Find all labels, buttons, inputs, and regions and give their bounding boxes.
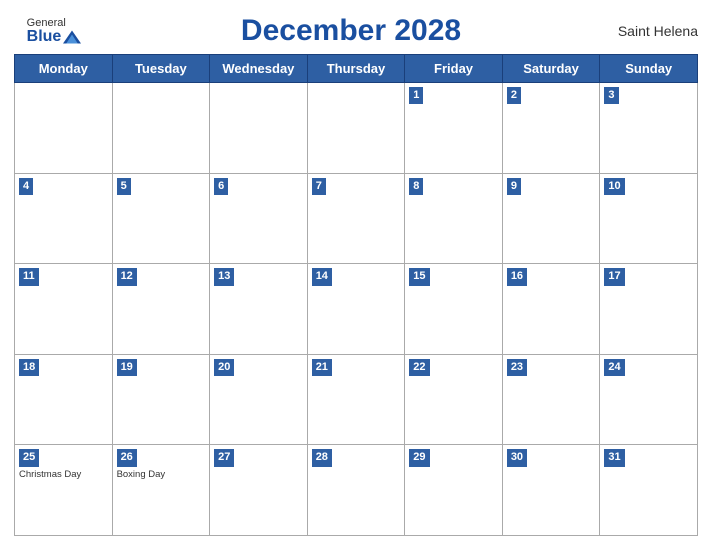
calendar-week-4: 18 19 20 21 22 23 24 — [15, 354, 698, 445]
calendar-week-3: 11 12 13 14 15 16 17 — [15, 264, 698, 355]
calendar-day-cell: 30 — [502, 445, 600, 536]
calendar-day-cell: 20 — [210, 354, 308, 445]
day-number: 12 — [117, 268, 137, 285]
calendar-day-cell: 26 Boxing Day — [112, 445, 210, 536]
calendar-header-row: Monday Tuesday Wednesday Thursday Friday… — [15, 55, 698, 83]
day-number: 3 — [604, 87, 618, 104]
calendar-region: Saint Helena — [608, 23, 698, 39]
day-number: 16 — [507, 268, 527, 285]
calendar-day-cell: 31 — [600, 445, 698, 536]
day-header-tuesday: Tuesday — [112, 55, 210, 83]
calendar-day-cell: 18 — [15, 354, 113, 445]
calendar-day-cell: 9 — [502, 173, 600, 264]
day-number: 7 — [312, 178, 326, 195]
calendar-day-cell: 7 — [307, 173, 405, 264]
calendar-day-cell — [15, 83, 113, 174]
day-number: 8 — [409, 178, 423, 195]
calendar-body: 1234567891011121314151617181920212223242… — [15, 83, 698, 536]
logo: General Blue — [14, 18, 94, 45]
day-number: 17 — [604, 268, 624, 285]
day-number: 14 — [312, 268, 332, 285]
calendar-day-cell: 12 — [112, 264, 210, 355]
calendar-day-cell: 28 — [307, 445, 405, 536]
day-number: 21 — [312, 359, 332, 376]
calendar-day-cell — [210, 83, 308, 174]
calendar-week-1: 1 2 3 — [15, 83, 698, 174]
day-number: 28 — [312, 449, 332, 466]
calendar-day-cell: 2 — [502, 83, 600, 174]
calendar-day-cell: 11 — [15, 264, 113, 355]
day-number: 4 — [19, 178, 33, 195]
day-event: Boxing Day — [117, 469, 206, 480]
day-number: 18 — [19, 359, 39, 376]
day-number: 11 — [19, 268, 39, 285]
calendar-week-5: 25 Christmas Day 26 Boxing Day 27 28 29 30 31 — [15, 445, 698, 536]
calendar-week-2: 4 5 6 7 8 9 10 — [15, 173, 698, 264]
day-number: 29 — [409, 449, 429, 466]
day-number: 13 — [214, 268, 234, 285]
calendar-day-cell: 13 — [210, 264, 308, 355]
day-number: 20 — [214, 359, 234, 376]
day-number: 10 — [604, 178, 624, 195]
logo-blue: Blue — [27, 29, 62, 45]
day-number: 25 — [19, 449, 39, 466]
calendar-day-cell: 27 — [210, 445, 308, 536]
day-number: 5 — [117, 178, 131, 195]
day-header-monday: Monday — [15, 55, 113, 83]
logo-general: General — [27, 18, 82, 29]
day-number: 15 — [409, 268, 429, 285]
day-number: 6 — [214, 178, 228, 195]
calendar-day-cell: 16 — [502, 264, 600, 355]
day-number: 30 — [507, 449, 527, 466]
day-number: 23 — [507, 359, 527, 376]
calendar-day-cell: 17 — [600, 264, 698, 355]
calendar-day-cell: 6 — [210, 173, 308, 264]
day-header-wednesday: Wednesday — [210, 55, 308, 83]
calendar-day-cell: 23 — [502, 354, 600, 445]
day-number: 26 — [117, 449, 137, 466]
day-number: 31 — [604, 449, 624, 466]
calendar-day-cell: 29 — [405, 445, 503, 536]
day-number: 1 — [409, 87, 423, 104]
day-number: 2 — [507, 87, 521, 104]
day-number: 27 — [214, 449, 234, 466]
day-header-friday: Friday — [405, 55, 503, 83]
calendar-title: December 2028 — [94, 14, 608, 48]
day-number: 24 — [604, 359, 624, 376]
day-header-saturday: Saturday — [502, 55, 600, 83]
calendar-day-cell: 25 Christmas Day — [15, 445, 113, 536]
logo-icon — [63, 30, 81, 44]
day-header-sunday: Sunday — [600, 55, 698, 83]
day-header-thursday: Thursday — [307, 55, 405, 83]
calendar-day-cell: 1 — [405, 83, 503, 174]
calendar-day-cell — [112, 83, 210, 174]
calendar-day-cell: 19 — [112, 354, 210, 445]
calendar-day-cell: 21 — [307, 354, 405, 445]
calendar-day-cell: 4 — [15, 173, 113, 264]
calendar-day-cell: 10 — [600, 173, 698, 264]
calendar-day-cell: 14 — [307, 264, 405, 355]
day-number: 22 — [409, 359, 429, 376]
calendar-day-cell: 3 — [600, 83, 698, 174]
calendar-day-cell — [307, 83, 405, 174]
calendar-day-cell: 15 — [405, 264, 503, 355]
calendar-day-cell: 24 — [600, 354, 698, 445]
calendar-day-cell: 5 — [112, 173, 210, 264]
calendar-day-cell: 22 — [405, 354, 503, 445]
calendar-header: General Blue December 2028 Saint Helena — [14, 10, 698, 54]
calendar-table: Monday Tuesday Wednesday Thursday Friday… — [14, 54, 698, 536]
day-event: Christmas Day — [19, 469, 108, 480]
day-number: 9 — [507, 178, 521, 195]
day-number: 19 — [117, 359, 137, 376]
calendar-day-cell: 8 — [405, 173, 503, 264]
